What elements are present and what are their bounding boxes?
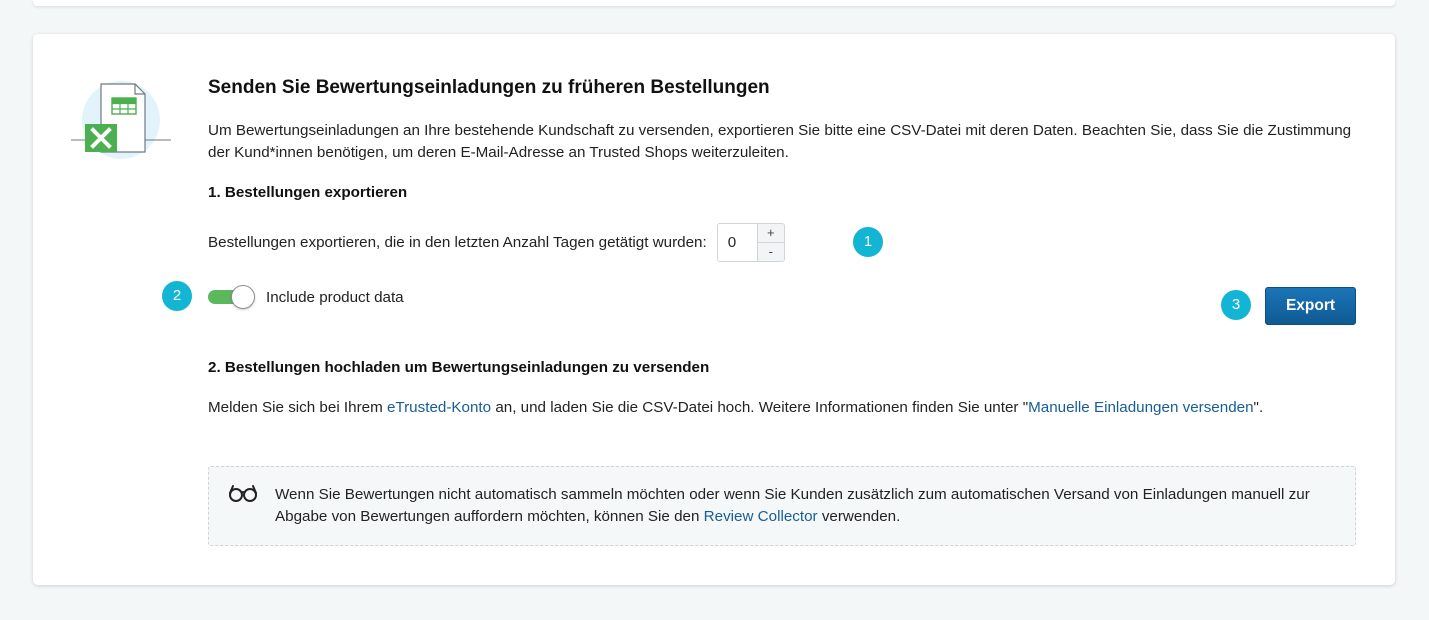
increment-button[interactable]: + — [757, 223, 784, 242]
days-label: Bestellungen exportieren, die in den let… — [208, 233, 707, 251]
include-product-data-toggle[interactable] — [208, 285, 255, 309]
decrement-button[interactable]: - — [757, 241, 784, 261]
step1-heading: 1. Bestellungen exportieren — [208, 184, 408, 201]
step2-heading: 2. Bestellungen hochladen um Bewertungse… — [208, 359, 710, 376]
export-orders-card: Senden Sie Bewertungseinladungen zu früh… — [33, 34, 1395, 585]
intro-text: Um Bewertungseinladungen an Ihre bestehe… — [208, 122, 1352, 161]
step2-text-after: ". — [1253, 399, 1264, 416]
step-badge-1: 1 — [853, 227, 883, 257]
tip-text: Wenn Sie Bewertungen nicht automatisch s… — [275, 484, 1335, 528]
etrusted-account-link[interactable]: eTrusted-Konto — [387, 399, 491, 416]
days-input[interactable] — [717, 223, 757, 261]
previous-card-edge — [33, 0, 1395, 6]
step2-text-middle: an, und laden Sie die CSV-Datei hoch. We… — [491, 399, 1029, 416]
stepper-buttons: + - — [756, 223, 784, 261]
step2-text: Melden Sie sich bei Ihrem eTrusted-Konto… — [208, 397, 1356, 419]
excel-csv-file-icon — [71, 81, 171, 159]
step2-text-before: Melden Sie sich bei Ihrem — [208, 399, 387, 416]
glasses-icon — [229, 485, 257, 502]
review-collector-link[interactable]: Review Collector — [704, 508, 818, 525]
days-row: Bestellungen exportieren, die in den let… — [208, 222, 785, 262]
toggle-label: Include product data — [266, 288, 404, 306]
step-badge-3: 3 — [1221, 290, 1251, 320]
include-product-data-row: Include product data — [208, 284, 404, 310]
tip-text-after: verwenden. — [817, 508, 901, 525]
export-button[interactable]: Export — [1265, 287, 1356, 325]
manual-invitations-link[interactable]: Manuelle Einladungen versenden — [1028, 399, 1253, 416]
days-stepper: + - — [716, 222, 785, 262]
step-badge-2: 2 — [162, 281, 192, 311]
card-title: Senden Sie Bewertungseinladungen zu früh… — [208, 77, 770, 98]
toggle-knob — [231, 285, 255, 309]
review-collector-tip: Wenn Sie Bewertungen nicht automatisch s… — [208, 466, 1356, 546]
